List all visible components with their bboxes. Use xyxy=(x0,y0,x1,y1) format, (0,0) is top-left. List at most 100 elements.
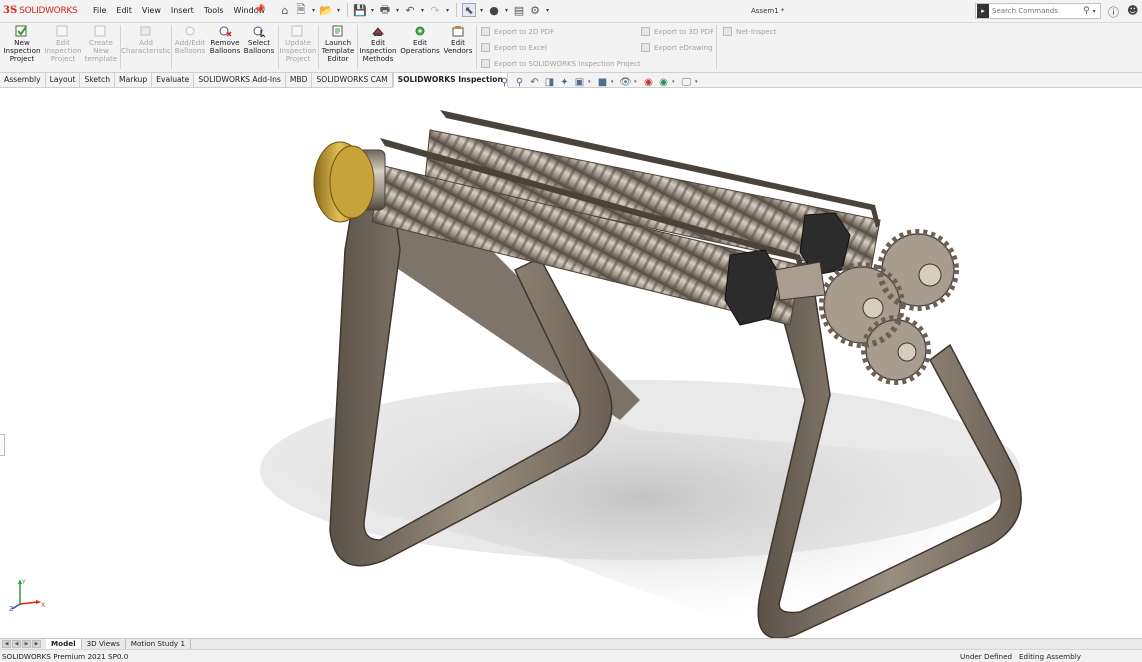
print-dropdown-icon[interactable]: ▾ xyxy=(394,3,401,17)
menu-file[interactable]: File xyxy=(88,6,111,15)
first-tab-arrow-icon[interactable]: ◀ xyxy=(2,640,11,648)
hide-show-items-icon[interactable]: 👁 xyxy=(619,76,632,88)
scene-dropdown-icon[interactable]: ▾ xyxy=(672,79,678,85)
search-box[interactable]: ▸ ⚲ ▾ xyxy=(975,3,1101,19)
remove-balloons-button[interactable]: Remove Balloons xyxy=(209,25,241,55)
hide-show-dropdown-icon[interactable]: ▾ xyxy=(634,79,640,85)
edit-appearance-icon[interactable]: ◉ xyxy=(642,76,655,88)
apply-scene-icon[interactable]: ◉ xyxy=(657,76,670,88)
feature-manager-collapse-handle[interactable] xyxy=(0,434,5,456)
zoom-to-fit-icon[interactable]: ⚲ xyxy=(498,76,511,88)
tab-3d-views[interactable]: 3D Views xyxy=(82,638,126,650)
user-icon[interactable]: ☻ xyxy=(1127,4,1138,17)
redo-icon[interactable]: ↷ xyxy=(428,3,442,17)
edit-inspection-project-button[interactable]: Edit Inspection Project xyxy=(44,25,82,64)
display-style-icon[interactable]: ■ xyxy=(596,76,609,88)
view-orientation-icon[interactable]: ▣ xyxy=(573,76,586,88)
pin-icon[interactable]: 📌 xyxy=(254,5,265,15)
new-document-icon[interactable]: 🗎 xyxy=(294,3,308,17)
search-dropdown-icon[interactable]: ▾ xyxy=(1093,8,1096,15)
tab-solidworks-inspection[interactable]: SOLIDWORKS Inspection xyxy=(392,73,508,88)
tab-evaluate[interactable]: Evaluate xyxy=(152,73,195,88)
select-pointer-icon[interactable]: ⬉ xyxy=(462,3,476,17)
balloon-icon xyxy=(183,25,197,37)
options-dropdown-icon[interactable]: ▾ xyxy=(544,3,551,17)
traffic-light-icon[interactable]: ● xyxy=(487,3,501,17)
dynamic-annotation-icon[interactable]: ✦ xyxy=(558,76,571,88)
export-edrawing-button[interactable]: Export eDrawing xyxy=(641,43,713,52)
edit-operations-button[interactable]: Edit Operations xyxy=(399,25,441,55)
edit-inspection-methods-button[interactable]: Edit Inspection Methods xyxy=(359,25,397,64)
display-style-dropdown-icon[interactable]: ▾ xyxy=(611,79,617,85)
select-balloon-icon xyxy=(252,25,266,39)
net-inspect-button[interactable]: Net-Inspect xyxy=(723,27,776,36)
export-excel-button[interactable]: Export to Excel xyxy=(481,43,547,52)
launch-template-editor-button[interactable]: Launch Template Editor xyxy=(320,25,356,64)
tab-mbd[interactable]: MBD xyxy=(286,73,313,88)
tab-solidworks-add-ins[interactable]: SOLIDWORKS Add-Ins xyxy=(194,73,286,88)
print-icon[interactable]: 🖶 xyxy=(378,3,392,17)
open-icon[interactable]: 📂 xyxy=(319,3,333,17)
undo-icon[interactable]: ↶ xyxy=(403,3,417,17)
solidworks-logo[interactable]: 3S SOLIDWORKS xyxy=(3,5,78,16)
command-search-icon[interactable]: ▸ xyxy=(977,4,989,18)
home-icon[interactable]: ⌂ xyxy=(278,3,292,17)
magnifier-icon[interactable]: ⚲ xyxy=(1083,6,1090,16)
add-edit-balloons-button[interactable]: Add/Edit Balloons xyxy=(172,25,208,55)
gear-icon[interactable]: ⚙ xyxy=(528,3,542,17)
template-icon xyxy=(94,25,108,37)
edit-vendors-button[interactable]: Edit Vendors xyxy=(442,25,474,55)
tab-motion-study-1[interactable]: Motion Study 1 xyxy=(126,638,192,650)
prev-tab-arrow-icon[interactable]: ◀ xyxy=(12,640,21,648)
tab-layout[interactable]: Layout xyxy=(46,73,81,88)
export-inspection-project-button[interactable]: Export to SOLIDWORKS Inspection Project xyxy=(481,59,641,68)
previous-view-icon[interactable]: ↶ xyxy=(528,76,541,88)
tab-solidworks-cam[interactable]: SOLIDWORKS CAM xyxy=(312,73,393,88)
select-balloons-button[interactable]: Select Balloons xyxy=(243,25,275,55)
export-3d-pdf-button[interactable]: Export to 3D PDF xyxy=(641,27,714,36)
next-tab-arrow-icon[interactable]: ▶ xyxy=(22,640,31,648)
remove-balloon-icon xyxy=(218,25,232,37)
reference-triad: Y X Z xyxy=(8,576,48,613)
tab-sketch[interactable]: Sketch xyxy=(80,73,116,88)
heads-up-view-toolbar: ⚲ ⚲ ↶ ◨ ✦ ▣ ▾ ■ ▾ 👁 ▾ ◉ ◉ ▾ 🖵 ▾ xyxy=(498,76,701,88)
graphics-area[interactable] xyxy=(0,89,1142,638)
section-view-icon[interactable]: ◨ xyxy=(543,76,556,88)
svg-text:Z: Z xyxy=(9,606,13,612)
new-inspection-project-button[interactable]: New Inspection Project xyxy=(3,25,41,64)
search-input[interactable] xyxy=(992,5,1082,17)
tab-markup[interactable]: Markup xyxy=(115,73,153,88)
save-dropdown-icon[interactable]: ▾ xyxy=(369,3,376,17)
redo-dropdown-icon[interactable]: ▾ xyxy=(444,3,451,17)
undo-dropdown-icon[interactable]: ▾ xyxy=(419,3,426,17)
menu-edit[interactable]: Edit xyxy=(111,6,137,15)
last-tab-arrow-icon[interactable]: ▶ xyxy=(32,640,41,648)
select-dropdown-icon[interactable]: ▾ xyxy=(478,3,485,17)
model-view-tabs: ◀ ◀ ▶ ▶ Model 3D Views Motion Study 1 xyxy=(0,638,1142,650)
project-export-icon xyxy=(481,59,490,68)
svg-text:X: X xyxy=(41,602,45,609)
editing-mode-status: Editing Assembly xyxy=(1019,652,1081,661)
update-inspection-project-button[interactable]: Update Inspection Project xyxy=(279,25,317,64)
open-dropdown-icon[interactable]: ▾ xyxy=(335,3,342,17)
export-2d-pdf-button[interactable]: Export to 2D PDF xyxy=(481,27,554,36)
zoom-to-area-icon[interactable]: ⚲ xyxy=(513,76,526,88)
new-inspection-project-icon xyxy=(15,25,29,37)
save-icon[interactable]: 💾 xyxy=(353,3,367,17)
tab-model[interactable]: Model xyxy=(46,638,82,650)
rebuild-dropdown-icon[interactable]: ▾ xyxy=(503,3,510,17)
view-orientation-dropdown-icon[interactable]: ▾ xyxy=(588,79,594,85)
menu-insert[interactable]: Insert xyxy=(166,6,199,15)
menu-view[interactable]: View xyxy=(137,6,166,15)
assembly-model-view[interactable] xyxy=(0,89,1142,638)
view-settings-icon[interactable]: 🖵 xyxy=(680,76,693,88)
create-new-template-button[interactable]: Create New template xyxy=(84,25,118,64)
file-properties-icon[interactable]: ▤ xyxy=(512,3,526,17)
tab-assembly[interactable]: Assembly xyxy=(0,73,46,88)
view-settings-dropdown-icon[interactable]: ▾ xyxy=(695,79,701,85)
add-characteristic-button[interactable]: Add Characteristic xyxy=(121,25,171,55)
svg-text:Y: Y xyxy=(21,579,26,586)
menu-tools[interactable]: Tools xyxy=(199,6,229,15)
help-icon[interactable]: ⓘ xyxy=(1108,4,1119,20)
new-dropdown-icon[interactable]: ▾ xyxy=(310,3,317,17)
